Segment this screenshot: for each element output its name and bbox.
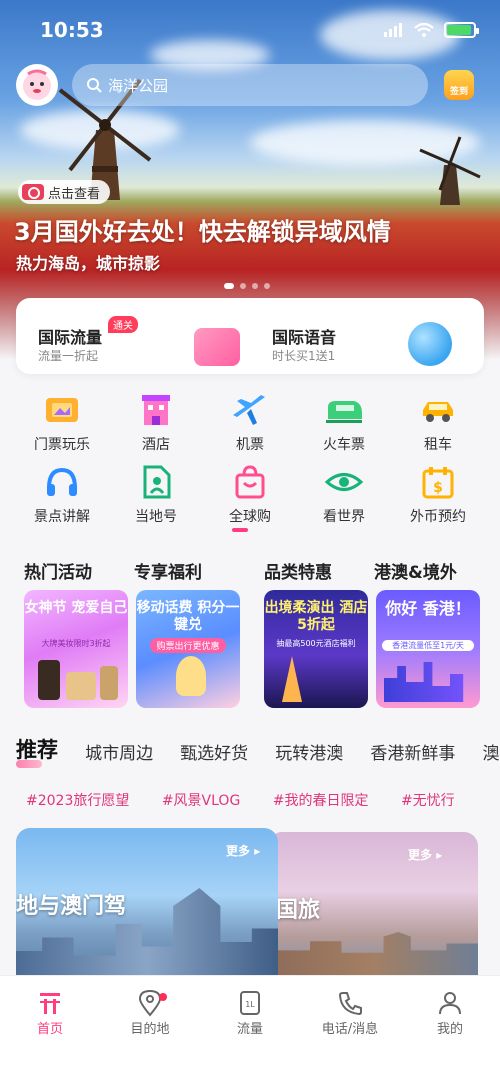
grid-item-flights[interactable]: 机票 xyxy=(200,392,300,454)
grid-item-tickets[interactable]: 门票玩乐 xyxy=(12,392,112,454)
grid-item-train[interactable]: 火车票 xyxy=(294,392,394,454)
grid-item-audio-guide[interactable]: 景点讲解 xyxy=(12,464,112,526)
promo-tile-hotel-deals[interactable]: 出境柔演出 酒店5折起 抽最高500元酒店福利 xyxy=(264,590,368,708)
train-icon xyxy=(326,401,362,423)
tab-city-nearby[interactable]: 城市周边 xyxy=(85,739,153,764)
skyline-icon xyxy=(384,662,464,702)
service-subtitle: 流量一折起 xyxy=(38,349,99,363)
hashtag[interactable]: #2023旅行愿望 xyxy=(26,793,129,809)
signin-label: 签到 xyxy=(449,87,468,97)
feed-card-title: 地与澳门驾 xyxy=(16,894,127,919)
city-skyline-icon xyxy=(268,932,478,978)
sim-card-icon xyxy=(143,465,171,499)
nav-data[interactable]: 1L 流量 xyxy=(200,988,300,1037)
active-indicator xyxy=(232,528,248,532)
promo-tile-hong-kong[interactable]: 你好 香港！ 香港流量低至1元/天 xyxy=(376,590,480,708)
product-bottle-icon xyxy=(38,660,60,700)
view-label: 点击查看 xyxy=(48,186,101,202)
service-title: 国际语音 xyxy=(272,328,337,347)
svg-text:$: $ xyxy=(433,480,443,496)
headphones-icon xyxy=(47,467,77,496)
sim-card-icon xyxy=(194,328,240,366)
grid-item-hotel[interactable]: 酒店 xyxy=(106,392,206,454)
promo-header: 品类特惠 xyxy=(264,563,332,583)
promo-tile-womens-day[interactable]: 女神节 宠爱自己 大牌美妆限时3折起 xyxy=(24,590,128,708)
shopping-bag-icon xyxy=(235,465,265,499)
more-link[interactable]: 更多 ▸ xyxy=(226,842,260,859)
grid-item-local-number[interactable]: 当地号 xyxy=(106,464,206,526)
nav-phone-messages[interactable]: 电话/消息 xyxy=(300,988,400,1037)
wifi-icon xyxy=(414,23,434,37)
feed-tabs: 推荐 城市周边 甄选好货 玩转港澳 香港新鲜事 澳 xyxy=(16,734,500,768)
globe-phone-icon xyxy=(408,322,452,366)
svg-text:1L: 1L xyxy=(245,1000,255,1009)
search-bar[interactable]: 海洋公园 xyxy=(72,64,428,106)
hashtag[interactable]: #风景VLOG xyxy=(162,793,240,809)
phone-icon xyxy=(338,992,362,1016)
service-badge: 通关 xyxy=(108,316,138,333)
tab-more[interactable]: 澳 xyxy=(482,739,499,764)
feed-card[interactable]: 更多 ▸ 国旅 xyxy=(268,832,478,978)
search-icon xyxy=(87,78,102,93)
car-icon xyxy=(423,402,453,422)
battery-icon xyxy=(444,22,479,38)
tab-hk-news[interactable]: 香港新鲜事 xyxy=(370,739,455,764)
feed-card-title: 国旅 xyxy=(276,898,321,923)
person-icon xyxy=(439,992,461,1015)
nav-destination[interactable]: 目的地 xyxy=(100,988,200,1037)
location-pin-icon xyxy=(138,989,162,1017)
tab-recommend[interactable]: 推荐 xyxy=(16,734,58,768)
signin-button[interactable]: 签到 xyxy=(444,70,474,100)
home-icon xyxy=(40,993,60,1014)
promo-section: 热门活动 专享福利 品类特惠 港澳&境外 女神节 宠爱自己 大牌美妆限时3折起 … xyxy=(14,550,486,716)
hashtag[interactable]: #我的春日限定 xyxy=(273,793,369,809)
eiffel-tower-icon xyxy=(282,656,302,702)
search-placeholder: 海洋公园 xyxy=(108,76,169,95)
carousel-dots xyxy=(224,283,270,289)
grid-item-currency[interactable]: $ 外币预约 xyxy=(388,464,488,526)
more-link[interactable]: 更多 ▸ xyxy=(408,846,442,863)
promo-tile-mobile-points[interactable]: 移动话费 积分一键兑 购票出行更优惠 xyxy=(136,590,240,708)
tab-selected-goods[interactable]: 甄选好货 xyxy=(180,739,248,764)
services-card: 国际流量 通关 流量一折起 国际语音 时长买1送1 xyxy=(16,298,484,374)
service-title: 国际流量 xyxy=(38,328,103,347)
grid-item-global-shopping[interactable]: 全球购 xyxy=(200,464,300,526)
ticket-icon xyxy=(46,398,78,422)
grid-item-see-world[interactable]: 看世界 xyxy=(294,464,394,526)
hero-title: 3月国外好去处！快去解锁异域风情 xyxy=(14,218,391,246)
intl-data-service[interactable]: 国际流量 通关 流量一折起 xyxy=(16,298,250,374)
mascot-icon xyxy=(23,69,51,100)
intl-voice-service[interactable]: 国际语音 时长买1送1 xyxy=(250,298,484,374)
grid-item-car-rental[interactable]: 租车 xyxy=(388,392,488,454)
promo-header: 热门活动 xyxy=(24,563,92,583)
product-bottle-icon xyxy=(100,666,118,700)
bottom-nav: 首页 目的地 1L 流量 电话/消息 我的 xyxy=(0,975,500,1065)
character-icon xyxy=(176,656,206,696)
service-subtitle: 时长买1送1 xyxy=(272,349,336,363)
sim-card-icon: 1L xyxy=(240,991,260,1015)
view-button[interactable]: 点击查看 xyxy=(18,180,111,204)
hero-subtitle: 热力海岛，城市掠影 xyxy=(16,254,161,273)
hashtag-row: #2023旅行愿望 #风景VLOG #我的春日限定 #无忧行 xyxy=(26,790,483,810)
feed-card[interactable]: 更多 ▸ 地与澳门驾 xyxy=(16,828,278,978)
currency-icon: $ xyxy=(422,467,454,499)
eye-icon xyxy=(325,473,363,491)
signal-icon xyxy=(384,23,402,37)
avatar[interactable] xyxy=(16,64,58,106)
camera-icon xyxy=(22,184,44,200)
airplane-icon xyxy=(233,395,265,425)
nav-profile[interactable]: 我的 xyxy=(400,988,500,1037)
hashtag[interactable]: #无忧行 xyxy=(401,793,455,809)
product-box-icon xyxy=(66,672,96,700)
nav-home[interactable]: 首页 xyxy=(0,988,100,1037)
hotel-icon xyxy=(142,395,170,425)
notification-dot xyxy=(159,993,167,1001)
windmill-right xyxy=(419,136,481,205)
promo-header: 港澳&境外 xyxy=(374,563,457,583)
status-bar: 10:53 xyxy=(0,0,500,60)
promo-header: 专享福利 xyxy=(134,563,202,583)
status-time: 10:53 xyxy=(40,18,104,42)
tab-hk-macau[interactable]: 玩转港澳 xyxy=(275,739,343,764)
